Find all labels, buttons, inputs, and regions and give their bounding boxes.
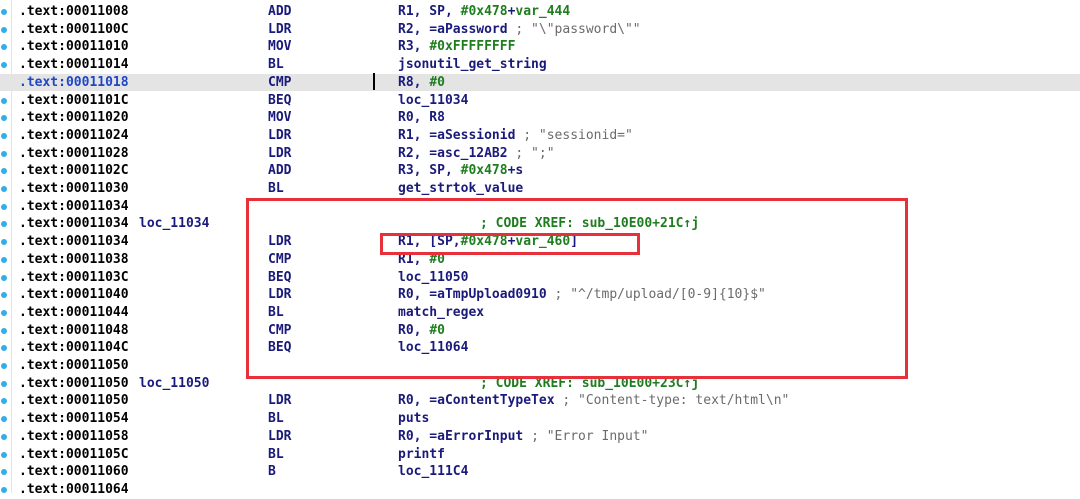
mnemonic: BL (268, 57, 284, 73)
comment: ; "\"password\"" (515, 21, 641, 37)
address: .text:0001100C (19, 21, 129, 37)
listing-row[interactable]: .text:0001105C BL printf (0, 446, 1080, 464)
address: .text:00011060 (19, 464, 129, 480)
address: .text:00011020 (19, 110, 129, 126)
address: .text:00011044 (19, 304, 129, 320)
comment: ; "Content-type: text/html\n" (562, 393, 790, 409)
address: .text:00011050 (19, 375, 129, 391)
listing-row[interactable]: .text:00011058 LDR R0, =aErrorInput ; "Err… (0, 428, 1080, 446)
operands[interactable]: puts (398, 410, 429, 427)
address: .text:0001103C (19, 269, 129, 285)
address: .text:00011028 (19, 145, 129, 161)
operands[interactable]: loc_111C4 (398, 463, 468, 480)
mnemonic: MOV (268, 110, 292, 126)
operands[interactable]: get_strtok_value (398, 180, 523, 197)
listing-row[interactable]: .text:00011050 LDR R0, =aContentTypeTex ; … (0, 392, 1080, 410)
mnemonic: LDR (268, 145, 292, 161)
address: .text:0001102C (19, 163, 129, 179)
listing-row[interactable]: .text:00011010 MOV R3, #0xFFFFFFFF (0, 38, 1080, 56)
comment: ; "Error Input" (531, 428, 649, 444)
mnemonic: BL (268, 181, 284, 196)
address: .text:00011054 (19, 411, 129, 427)
mnemonic: LDR (268, 127, 292, 143)
operands[interactable]: R2, =aPassword ; "\"password\"" (398, 21, 641, 38)
operands[interactable]: printf (398, 446, 445, 463)
mnemonic: BL (268, 411, 284, 427)
address: .text:00011030 (19, 181, 129, 196)
operands[interactable]: R1, =aSessionid ; "sessionid=" (398, 127, 633, 144)
operands[interactable]: jsonutil_get_string (398, 56, 547, 73)
address: .text:00011050 (19, 358, 129, 373)
address: .text:00011024 (19, 127, 129, 143)
address: .text:00011050 (19, 393, 129, 409)
listing-row[interactable]: .text:00011060 Bloc_111C4 (0, 463, 1080, 481)
mnemonic: LDR (268, 428, 292, 444)
address: .text:00011018 (19, 74, 129, 90)
listing-row[interactable]: .text:00011028 LDR R2, =asc_12AB2 ; ";" (0, 145, 1080, 163)
address: .text:00011008 (19, 4, 129, 19)
address: .text:00011048 (19, 322, 129, 338)
listing-row[interactable]: .text:00011008 ADD R1, SP, #0x478+var_444 (0, 3, 1080, 21)
listing-row[interactable]: .text:00011020 MOV R0, R8 (0, 109, 1080, 127)
address: .text:00011010 (19, 39, 129, 55)
operands[interactable]: R2, =asc_12AB2 ; ";" (398, 145, 555, 162)
operands[interactable]: R8, #0 (398, 74, 445, 91)
annotation-box-block (246, 198, 908, 379)
address: .text:0001101C (19, 92, 129, 108)
listing-row[interactable]: .text:0001102C ADD R3, SP, #0x478+s (0, 162, 1080, 180)
comment: ; "sessionid=" (523, 127, 633, 143)
annotation-box-operand (380, 233, 640, 255)
mnemonic: LDR (268, 21, 292, 37)
listing-row[interactable]: .text:00011014 BL jsonutil_get_string (0, 56, 1080, 74)
address: .text:00011014 (19, 57, 129, 73)
comment: ; ";" (515, 145, 555, 161)
mnemonic: CMP (268, 74, 292, 90)
address: .text:00011040 (19, 287, 129, 303)
operands[interactable]: R0, =aContentTypeTex ; "Content-type: te… (398, 392, 789, 409)
address: .text:00011058 (19, 428, 129, 444)
mnemonic: LDR (268, 393, 292, 409)
address: .text:0001104C (19, 340, 129, 356)
operands[interactable]: loc_11034 (398, 92, 468, 109)
operands[interactable]: R3, SP, #0x478+s (398, 162, 523, 179)
mnemonic: B (268, 464, 276, 480)
mnemonic: BEQ (268, 92, 292, 108)
listing-row[interactable]: .text:00011064 (0, 481, 1080, 499)
code-label[interactable]: loc_11034 (139, 215, 209, 232)
mnemonic: MOV (268, 39, 292, 55)
address: .text:00011034 (19, 198, 129, 214)
operands[interactable]: R0, R8 (398, 109, 445, 126)
address: .text:00011038 (19, 251, 129, 267)
text-cursor (373, 73, 375, 90)
listing-row[interactable]: .text:00011030 BL get_strtok_value (0, 180, 1080, 198)
address: .text:0001105C (19, 446, 129, 462)
listing-row[interactable]: .text:0001101C BEQ loc_11034 (0, 92, 1080, 110)
listing-row[interactable]: .text:0001100C LDR R2, =aPassword ; "\"pas… (0, 21, 1080, 39)
listing-row[interactable]: .text:00011054 BL puts (0, 410, 1080, 428)
address: .text:00011034 (19, 216, 129, 232)
operands[interactable]: R0, =aErrorInput ; "Error Input" (398, 428, 648, 445)
address: .text:00011064 (19, 481, 129, 497)
address: .text:00011034 (19, 234, 129, 250)
listing-row[interactable]: .text:00011018 CMP R8, #0 (0, 73, 1080, 92)
mnemonic: ADD (268, 4, 292, 19)
operands[interactable]: R3, #0xFFFFFFFF (398, 38, 515, 55)
listing-row[interactable]: .text:00011024 LDR R1, =aSessionid ; "sess… (0, 127, 1080, 145)
operands[interactable]: R1, SP, #0x478+var_444 (398, 3, 570, 20)
mnemonic: BL (268, 446, 284, 462)
code-label[interactable]: loc_11050 (139, 375, 209, 392)
mnemonic: ADD (268, 163, 292, 179)
